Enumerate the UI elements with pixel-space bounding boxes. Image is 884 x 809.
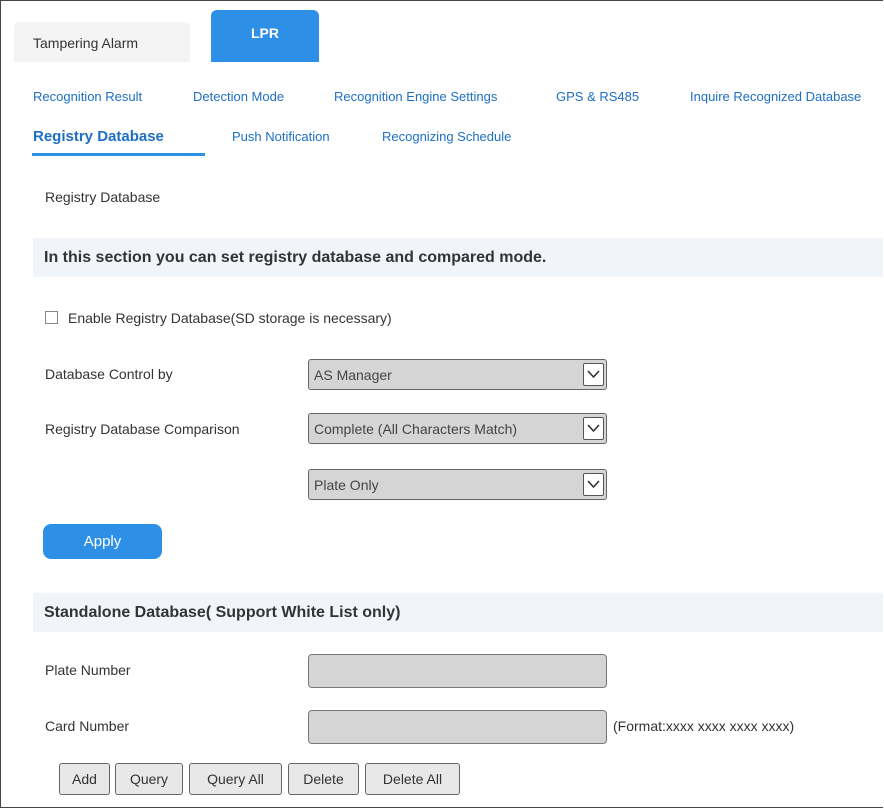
card-format-hint: (Format:xxxx xxxx xxxx xxxx) — [613, 718, 795, 734]
apply-button[interactable]: Apply — [43, 524, 162, 559]
enable-registry-checkbox[interactable] — [45, 311, 58, 324]
delete-button[interactable]: Delete — [288, 763, 359, 795]
subtab-push-notification[interactable]: Push Notification — [232, 129, 330, 144]
subtab-recognition-result[interactable]: Recognition Result — [33, 89, 142, 104]
comparison-select[interactable]: Complete (All Characters Match) — [308, 413, 607, 444]
chevron-down-icon — [583, 473, 604, 496]
plate-number-label: Plate Number — [45, 662, 131, 678]
query-all-button[interactable]: Query All — [189, 763, 282, 795]
card-number-input[interactable] — [308, 710, 607, 744]
section-heading-standalone: Standalone Database( Support White List … — [33, 593, 883, 632]
subtab-gps-rs485[interactable]: GPS & RS485 — [556, 89, 639, 104]
database-control-select[interactable]: AS Manager — [308, 359, 607, 390]
database-control-value: AS Manager — [314, 367, 392, 383]
match-scope-select[interactable]: Plate Only — [308, 469, 607, 500]
tab-tampering-alarm[interactable]: Tampering Alarm — [14, 22, 190, 62]
comparison-label: Registry Database Comparison — [45, 421, 240, 437]
active-tab-indicator — [32, 153, 205, 156]
subtab-inquire-recognized-database[interactable]: Inquire Recognized Database — [690, 89, 861, 104]
enable-registry-label: Enable Registry Database(SD storage is n… — [68, 310, 392, 326]
subtab-recognizing-schedule[interactable]: Recognizing Schedule — [382, 129, 511, 144]
card-number-label: Card Number — [45, 718, 130, 734]
comparison-value: Complete (All Characters Match) — [314, 421, 518, 437]
tab-lpr[interactable]: LPR — [211, 10, 319, 62]
database-control-label: Database Control by — [45, 366, 173, 382]
query-button[interactable]: Query — [115, 763, 183, 795]
chevron-down-icon — [583, 417, 604, 440]
subtab-registry-database[interactable]: Registry Database — [33, 128, 164, 145]
plate-number-input[interactable] — [308, 654, 607, 688]
subtab-detection-mode[interactable]: Detection Mode — [193, 89, 284, 104]
match-scope-value: Plate Only — [314, 477, 379, 493]
subtab-recognition-engine-settings[interactable]: Recognition Engine Settings — [334, 89, 497, 104]
add-button[interactable]: Add — [59, 763, 110, 795]
page-title: Registry Database — [45, 189, 161, 205]
chevron-down-icon — [583, 363, 604, 386]
section-heading-registry: In this section you can set registry dat… — [33, 238, 883, 277]
delete-all-button[interactable]: Delete All — [365, 763, 460, 795]
